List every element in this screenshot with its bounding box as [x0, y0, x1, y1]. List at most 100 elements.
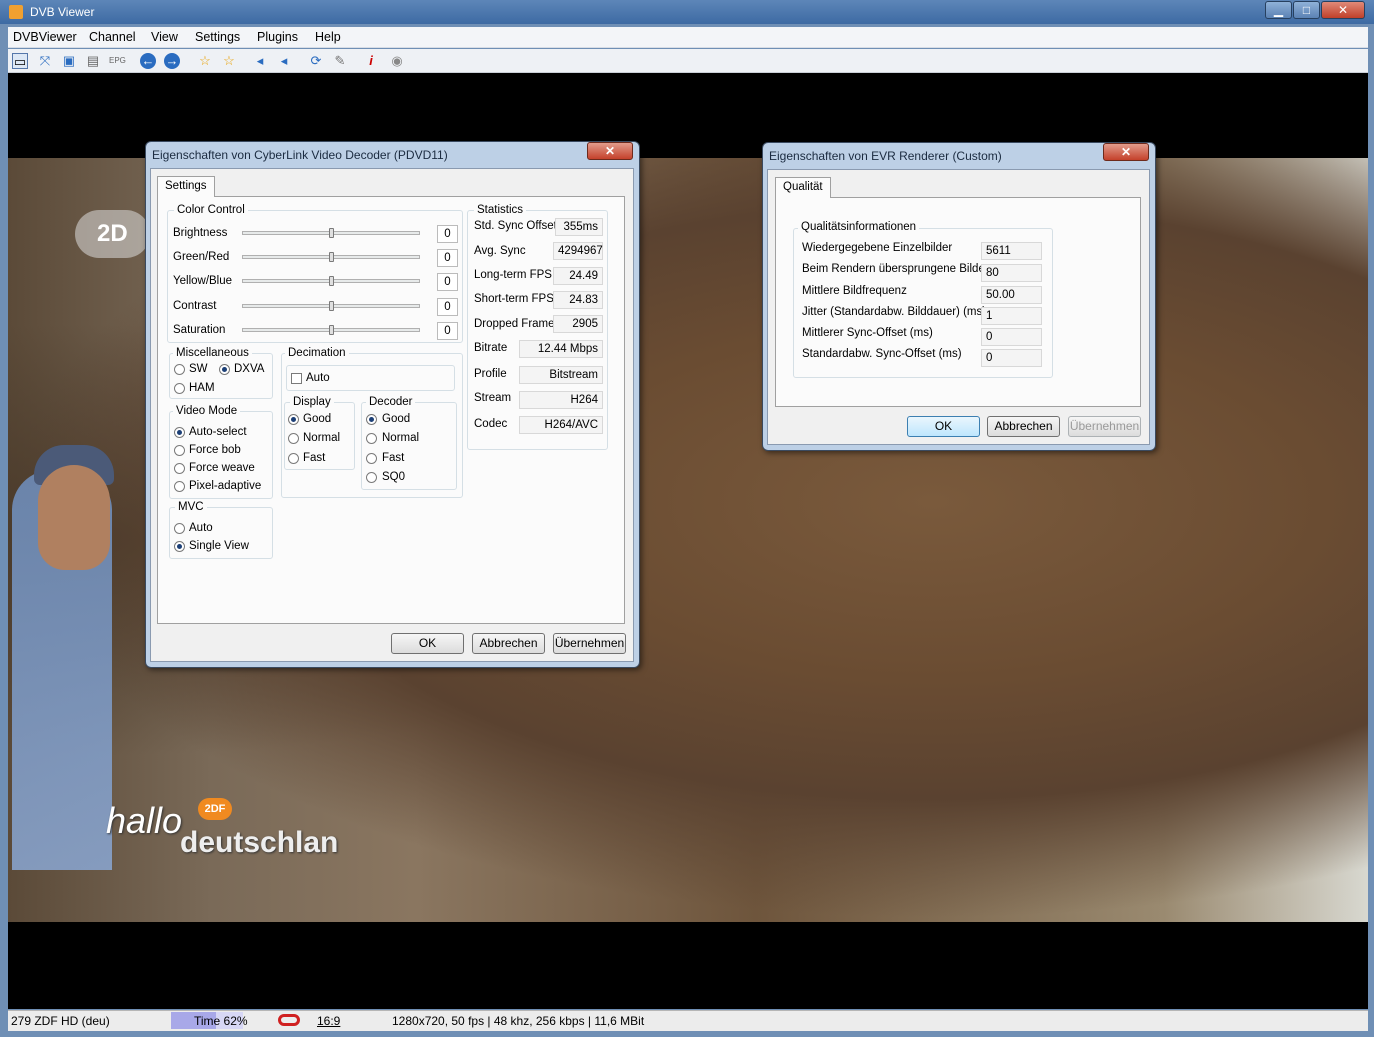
auto-select-label: Auto-select — [189, 426, 247, 438]
quality-value: 5611 — [981, 242, 1042, 260]
display-normal-radio[interactable] — [288, 433, 299, 444]
decoder-ok-button[interactable]: OK — [391, 633, 464, 654]
decoder-label: Decoder — [366, 396, 416, 408]
menu-plugins[interactable]: Plugins — [257, 30, 298, 44]
tools-icon[interactable]: ✎ — [332, 53, 348, 69]
contrast-slider[interactable] — [329, 301, 334, 311]
saturation-label: Saturation — [173, 324, 226, 336]
decoder-dialog-close-button[interactable]: ✕ — [587, 142, 633, 160]
favorite2-icon[interactable]: ☆ — [221, 53, 237, 69]
stat-value: 24.49 — [553, 267, 603, 285]
video-mode-label: Video Mode — [173, 405, 241, 417]
decimation-label: Decimation — [285, 347, 349, 359]
status-info: 1280x720, 50 fps | 48 khz, 256 kbps | 11… — [392, 1014, 645, 1028]
mvc-label: MVC — [175, 501, 207, 513]
dolby-icon — [278, 1014, 300, 1026]
volume-up-icon[interactable]: ◂ — [276, 53, 292, 69]
volume-down-icon[interactable]: ◂ — [252, 53, 268, 69]
menu-settings[interactable]: Settings — [195, 30, 240, 44]
stat-label: Long-term FPS — [474, 269, 552, 281]
decoder-normal-radio[interactable] — [366, 433, 377, 444]
evr-cancel-button[interactable]: Abbrechen — [987, 416, 1060, 437]
close-button[interactable]: ✕ — [1321, 1, 1365, 19]
stat-value: 2905 — [553, 315, 603, 333]
decoder-sq0-radio[interactable] — [366, 472, 377, 483]
menu-channel[interactable]: Channel — [89, 30, 136, 44]
decimation-auto-checkbox[interactable] — [291, 373, 302, 384]
decoder-good-radio[interactable] — [366, 414, 377, 425]
quality-label: Wiedergegebene Einzelbilder — [802, 242, 953, 254]
osd-icon[interactable]: ▤ — [85, 53, 101, 69]
tab-qualitat[interactable]: Qualität — [775, 177, 831, 198]
overlay-logo: 2DF — [198, 798, 232, 820]
dxva-radio[interactable] — [219, 364, 230, 375]
stat-label: Stream — [474, 392, 512, 404]
evr-dialog-title: Eigenschaften von EVR Renderer (Custom) — [769, 149, 1002, 163]
decimation-auto-label: Auto — [306, 372, 330, 384]
title-bar — [0, 0, 1374, 24]
back-icon[interactable]: ← — [140, 53, 156, 69]
stat-value: 24.83 — [553, 291, 603, 309]
fullscreen-icon[interactable]: ⤧ — [37, 53, 53, 69]
maximize-button[interactable]: □ — [1293, 1, 1320, 19]
epg-icon[interactable]: EPG — [109, 53, 126, 69]
yellow-blue-slider[interactable] — [329, 276, 334, 286]
decoder-apply-button[interactable]: Übernehmen — [553, 633, 626, 654]
menu-help[interactable]: Help — [315, 30, 341, 44]
quality-label: Mittlere Bildfrequenz — [802, 285, 907, 297]
stat-label: Short-term FPS — [474, 293, 554, 305]
ham-radio[interactable] — [174, 383, 185, 394]
record-icon[interactable]: ⟳ — [308, 53, 324, 69]
statistics-label: Statistics — [474, 204, 527, 216]
quality-label: Beim Rendern übersprungene Bilder — [802, 263, 989, 275]
status-aspect[interactable]: 16:9 — [317, 1014, 340, 1028]
yellow-blue-value[interactable]: 0 — [437, 273, 458, 291]
forward-icon[interactable]: → — [164, 53, 180, 69]
desktop-icon[interactable]: ▣ — [61, 53, 77, 69]
quality-value: 1 — [981, 307, 1042, 325]
quality-value: 0 — [981, 328, 1042, 346]
green-red-slider[interactable] — [329, 252, 334, 262]
saturation-slider[interactable] — [329, 325, 334, 335]
green-red-value[interactable]: 0 — [437, 249, 458, 267]
quality-label: Jitter (Standardabw. Bilddauer) (ms) — [802, 306, 987, 318]
mvc-auto-radio[interactable] — [174, 523, 185, 534]
sw-radio[interactable] — [174, 364, 185, 375]
stat-label: Codec — [474, 418, 508, 430]
evr-dialog-close-button[interactable]: ✕ — [1103, 143, 1149, 161]
display-fast-radio[interactable] — [288, 453, 299, 464]
window-icon[interactable]: ▭ — [12, 53, 28, 69]
saturation-value[interactable]: 0 — [437, 322, 458, 340]
stat-label: Bitrate — [474, 342, 508, 354]
evr-apply-button[interactable]: Übernehmen — [1068, 416, 1141, 437]
menu-dvbviewer[interactable]: DVBViewer — [13, 30, 77, 44]
channel-logo: 2D — [75, 210, 150, 258]
stop-icon[interactable]: ◉ — [389, 53, 405, 69]
single-view-radio[interactable] — [174, 541, 185, 552]
misc-label: Miscellaneous — [173, 347, 252, 359]
decoder-dialog-title: Eigenschaften von CyberLink Video Decode… — [152, 148, 448, 162]
sw-label: SW — [189, 363, 208, 375]
contrast-value[interactable]: 0 — [437, 298, 458, 316]
pixel-adaptive-radio[interactable] — [174, 481, 185, 492]
evr-ok-button[interactable]: OK — [907, 416, 980, 437]
stat-label: Profile — [474, 368, 507, 380]
minimize-button[interactable]: ▁ — [1265, 1, 1292, 19]
tab-settings[interactable]: Settings — [157, 176, 215, 197]
video-person-head — [38, 465, 110, 570]
mvc-auto-label: Auto — [189, 522, 213, 534]
window-title: DVB Viewer — [30, 5, 95, 19]
brightness-value[interactable]: 0 — [437, 225, 458, 243]
decoder-fast-radio[interactable] — [366, 453, 377, 464]
decoder-cancel-button[interactable]: Abbrechen — [472, 633, 545, 654]
pixel-adaptive-label: Pixel-adaptive — [189, 480, 262, 492]
quality-label: Standardabw. Sync-Offset (ms) — [802, 348, 962, 360]
force-weave-radio[interactable] — [174, 463, 185, 474]
info-icon[interactable]: i — [363, 53, 379, 69]
force-bob-radio[interactable] — [174, 445, 185, 456]
display-good-radio[interactable] — [288, 414, 299, 425]
brightness-slider[interactable] — [329, 228, 334, 238]
favorite-icon[interactable]: ☆ — [197, 53, 213, 69]
menu-view[interactable]: View — [151, 30, 178, 44]
auto-select-radio[interactable] — [174, 427, 185, 438]
